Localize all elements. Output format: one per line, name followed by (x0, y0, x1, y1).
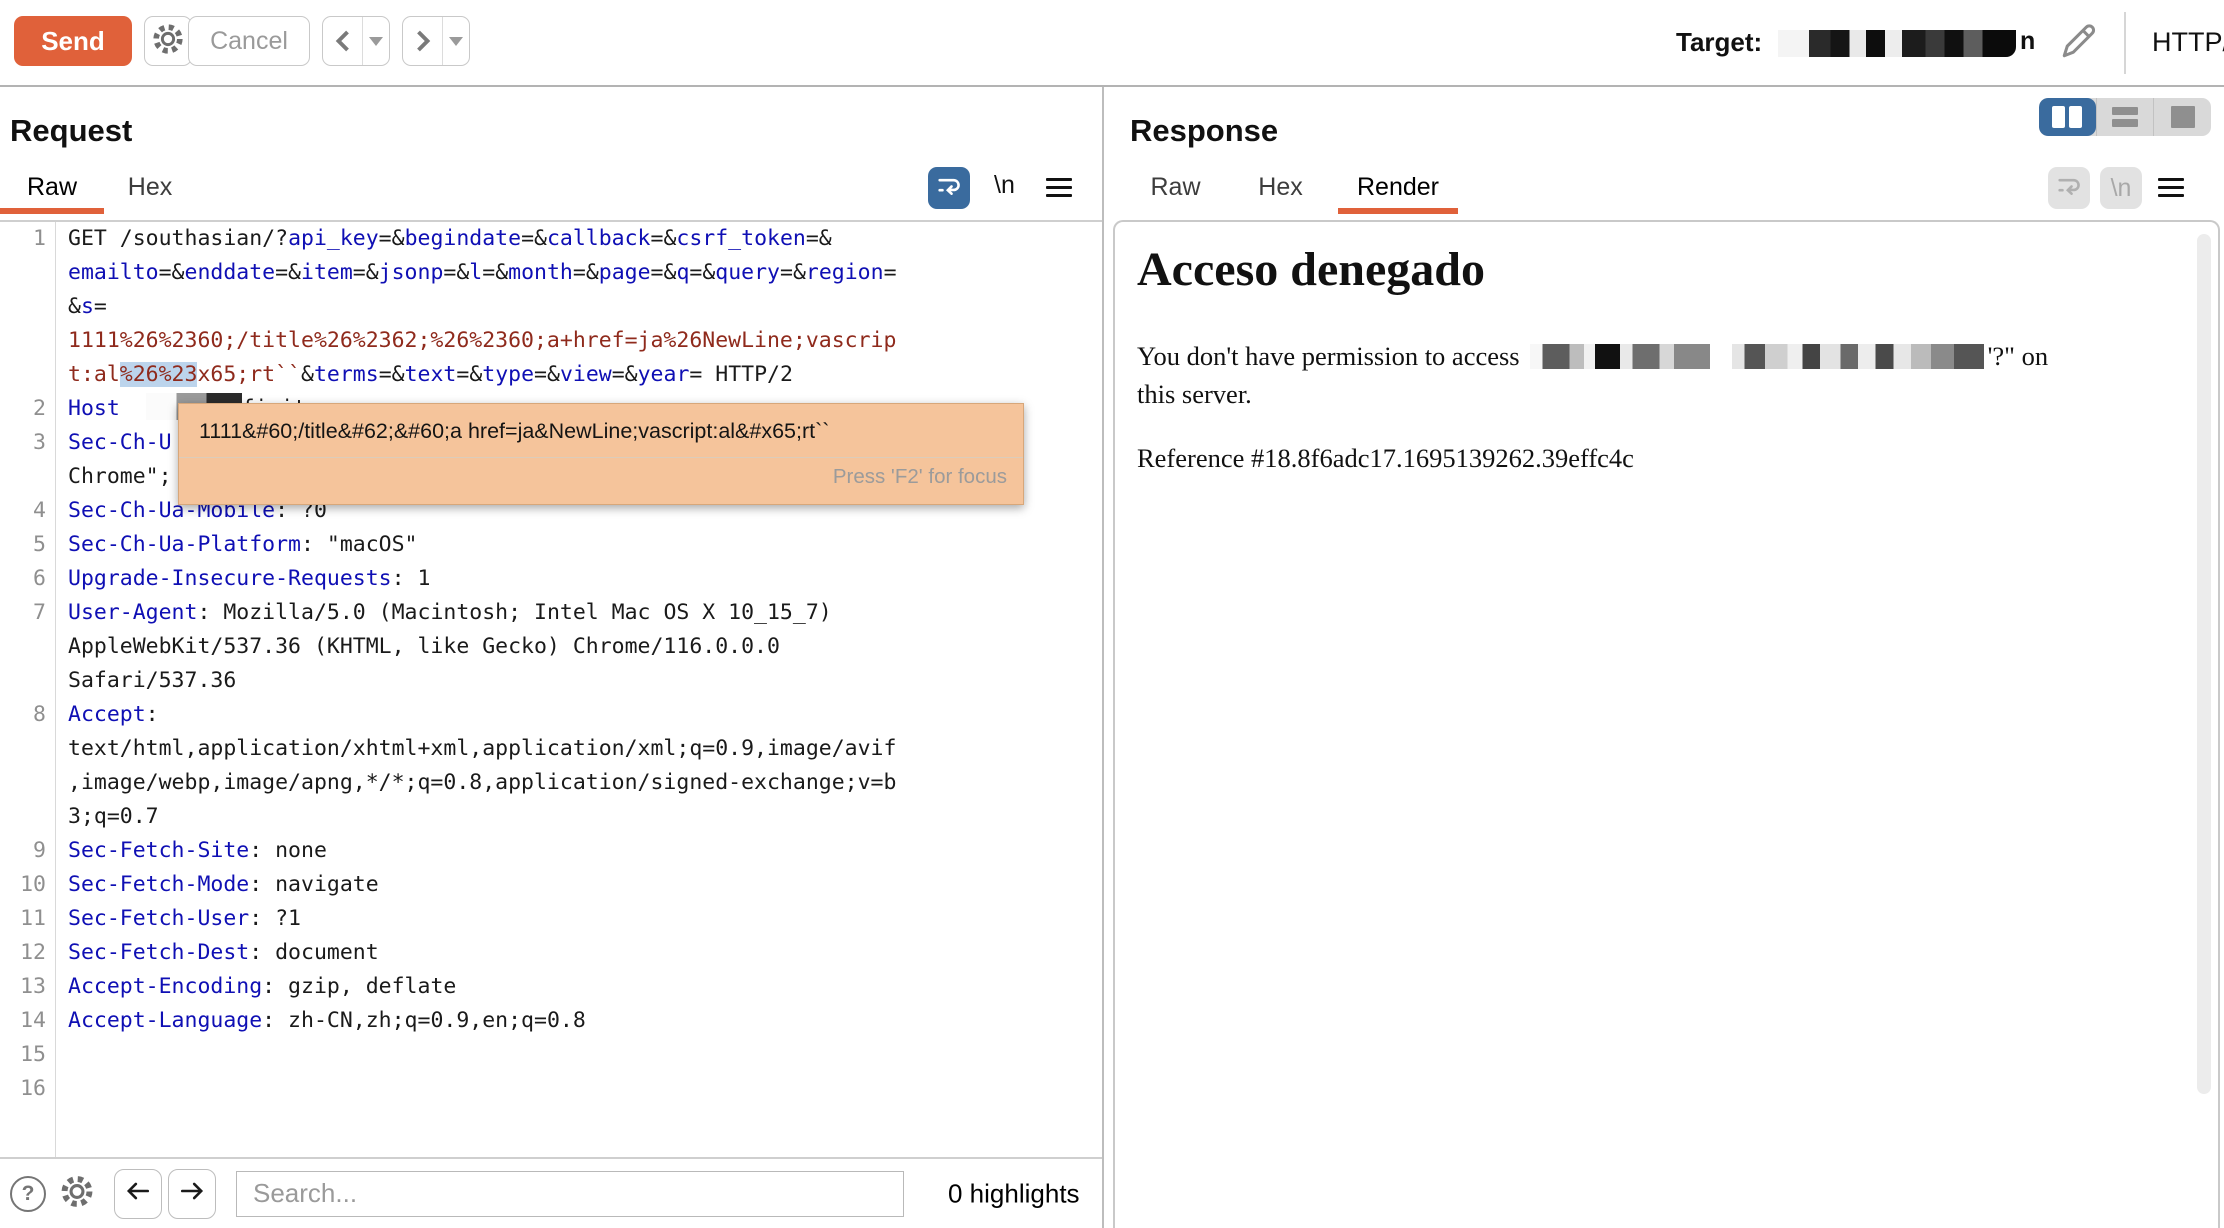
search-input[interactable] (236, 1171, 904, 1217)
decoded-value-text: 1111&#60;/title&#62;&#60;a href=ja&NewLi… (179, 404, 1023, 444)
single-layout-icon (2171, 106, 2195, 128)
highlights-count: 0 highlights (948, 1178, 1080, 1209)
target-label: Target: (1676, 27, 1762, 58)
code-row: 10Sec-Fetch-Mode: navigate (0, 868, 1094, 902)
layout-rows-button[interactable] (2096, 98, 2154, 136)
gear-icon (58, 1197, 96, 1214)
chevron-down-icon (449, 37, 463, 46)
code-row: ,image/webp,image/apng,*/*;q=0.8,applica… (0, 766, 1094, 800)
request-tab-raw[interactable]: Raw (0, 165, 104, 209)
target-host-redacted (1778, 30, 2016, 57)
code-row: 5Sec-Ch-Ua-Platform: "macOS" (0, 528, 1094, 562)
rows-layout-icon (2112, 107, 2138, 127)
render-heading: Acceso denegado (1137, 242, 2218, 297)
history-forward-dropdown[interactable] (442, 17, 469, 65)
request-editor-code: 1GET /southasian/?api_key=&begindate=&ca… (0, 222, 1094, 1106)
protocol-label: HTTP/2 (2152, 27, 2224, 58)
search-next-button[interactable] (168, 1169, 216, 1219)
send-button[interactable]: Send (14, 16, 132, 66)
redacted-path-2 (1732, 344, 1984, 369)
decoded-value-tooltip: 1111&#60;/title&#62;&#60;a href=ja&NewLi… (178, 403, 1024, 505)
toolbar-divider (2124, 12, 2126, 74)
top-toolbar: Send Cancel Target: n (0, 0, 2224, 87)
request-tab-hex[interactable]: Hex (104, 165, 196, 209)
gear-icon (150, 21, 186, 62)
edit-target-button[interactable] (2056, 20, 2100, 69)
columns-layout-icon (2052, 106, 2065, 128)
request-tabs: Raw Hex (0, 165, 196, 209)
code-row: 12Sec-Fetch-Dest: document (0, 936, 1094, 970)
code-row: emailto=&enddate=&item=&jsonp=&l=&month=… (0, 256, 1094, 290)
history-back-button[interactable] (322, 16, 390, 66)
tooltip-focus-hint: Press 'F2' for focus (179, 458, 1023, 489)
code-row: AppleWebKit/537.36 (KHTML, like Gecko) C… (0, 630, 1094, 664)
chevron-left-icon[interactable] (323, 17, 362, 65)
redacted-path-1 (1530, 344, 1710, 369)
response-tab-hex[interactable]: Hex (1233, 165, 1328, 209)
response-word-wrap-toggle (2048, 167, 2090, 209)
word-wrap-icon (935, 172, 963, 205)
code-row: 11Sec-Fetch-User: ?1 (0, 902, 1094, 936)
target-host-suffix: n (2020, 27, 2035, 56)
newline-icon: \n (2111, 174, 2132, 203)
render-body: You don't have permission to access'?" o… (1137, 337, 2187, 413)
response-tabs: Raw Hex Render (1128, 165, 1458, 209)
code-row: 14Accept-Language: zh-CN,zh;q=0.9,en;q=0… (0, 1004, 1094, 1038)
response-show-newlines-toggle: \n (2100, 167, 2142, 209)
code-row: text/html,application/xhtml+xml,applicat… (0, 732, 1094, 766)
code-row: t:al%26%23x65;rt``&terms=&text=&type=&vi… (0, 358, 1094, 392)
code-row: 1GET /southasian/?api_key=&begindate=&ca… (0, 222, 1094, 256)
arrow-right-icon (179, 1177, 205, 1210)
code-row: 7User-Agent: Mozilla/5.0 (Macintosh; Int… (0, 596, 1094, 630)
request-menu-button[interactable] (1046, 173, 1072, 202)
arrow-left-icon (125, 1177, 151, 1210)
code-row: 13Accept-Encoding: gzip, deflate (0, 970, 1094, 1004)
response-render-view: Acceso denegado You don't have permissio… (1113, 220, 2220, 1228)
response-tab-raw[interactable]: Raw (1128, 165, 1223, 209)
search-previous-button[interactable] (114, 1169, 162, 1219)
response-scrollbar[interactable] (2197, 234, 2211, 1094)
request-panel: Request Raw Hex \n 1GET /southasian/?api… (0, 87, 1102, 1228)
word-wrap-icon (2055, 172, 2083, 205)
code-row: 8Accept: (0, 698, 1094, 732)
pencil-icon (2056, 51, 2100, 68)
code-row: 6Upgrade-Insecure-Requests: 1 (0, 562, 1094, 596)
request-search-bar: ? 0 highlights (0, 1157, 1102, 1228)
response-panel: Response Raw Hex Render \n (1104, 87, 2224, 1228)
code-row: 1111%26%2360;/title%26%2362;%26%2360;a+h… (0, 324, 1094, 358)
search-settings-button[interactable] (58, 1172, 96, 1215)
send-settings-button[interactable] (144, 16, 192, 66)
request-editor[interactable]: 1GET /southasian/?api_key=&begindate=&ca… (0, 222, 1094, 1157)
code-row: 9Sec-Fetch-Site: none (0, 834, 1094, 868)
code-row: 16 (0, 1072, 1094, 1106)
hamburger-icon (2158, 178, 2184, 182)
question-mark-icon: ? (22, 1182, 35, 1206)
chevron-right-icon[interactable] (403, 17, 442, 65)
code-row: 15 (0, 1038, 1094, 1072)
show-newlines-toggle[interactable]: \n (994, 171, 1015, 200)
code-row: 3;q=0.7 (0, 800, 1094, 834)
layout-single-button[interactable] (2153, 98, 2211, 136)
request-title: Request (10, 113, 132, 149)
chevron-down-icon (369, 37, 383, 46)
history-back-dropdown[interactable] (362, 17, 389, 65)
word-wrap-toggle[interactable] (928, 167, 970, 209)
render-reference: Reference #18.8f6adc17.1695139262.39effc… (1137, 443, 2218, 474)
code-row: Safari/537.36 (0, 664, 1094, 698)
help-button[interactable]: ? (10, 1176, 46, 1212)
layout-toggle-group (2039, 98, 2211, 136)
response-title: Response (1130, 113, 1278, 149)
history-forward-button[interactable] (402, 16, 470, 66)
cancel-button[interactable]: Cancel (188, 16, 310, 66)
code-row: &s= (0, 290, 1094, 324)
layout-columns-button[interactable] (2039, 98, 2096, 136)
response-menu-button[interactable] (2158, 173, 2184, 202)
hamburger-icon (1046, 178, 1072, 182)
response-tab-render[interactable]: Render (1338, 165, 1458, 209)
newline-icon: \n (994, 171, 1015, 199)
